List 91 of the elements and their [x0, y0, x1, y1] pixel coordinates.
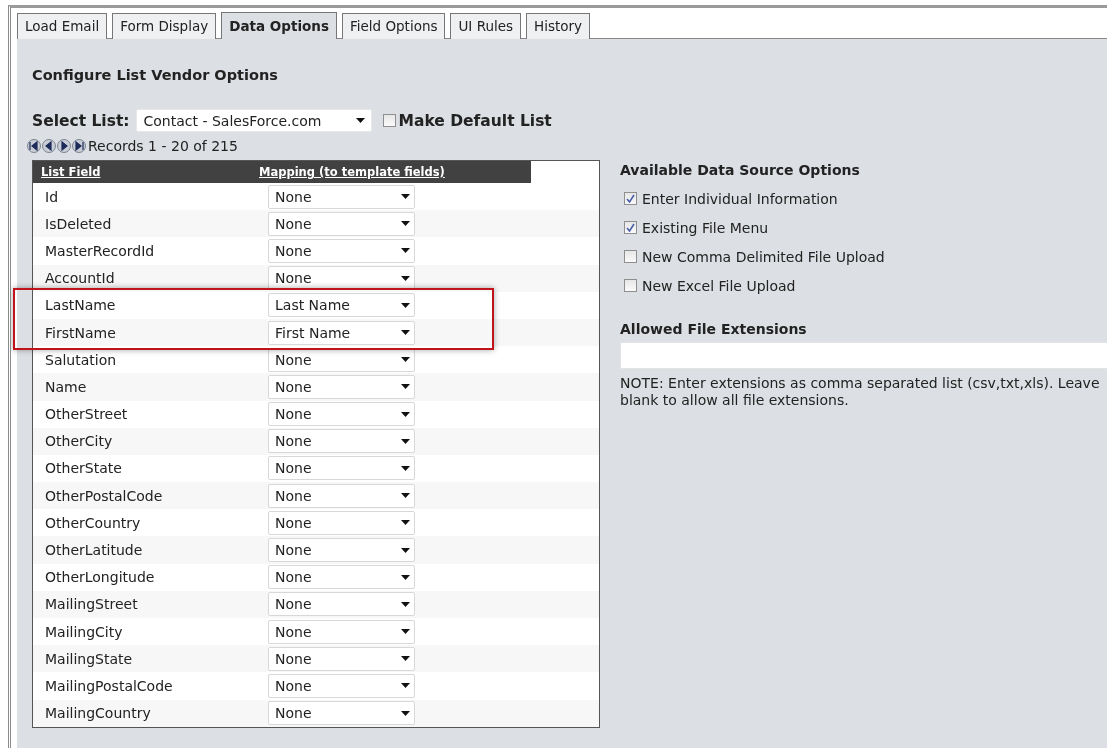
caret-icon: [401, 520, 410, 526]
mapping-dropdown[interactable]: First Name: [268, 320, 415, 345]
mapping-dropdown[interactable]: None: [268, 592, 415, 617]
table-cell-text: OtherCountry: [44, 514, 142, 531]
note-text: NOTE: Enter extensions as comma separated list (csv,txt,xls). Leave blank to allow all file extensions.: [620, 375, 1100, 409]
mapping-dropdown[interactable]: None: [268, 402, 415, 427]
tab[interactable]: Form Display: [112, 13, 217, 39]
table-cell-text: OtherState: [44, 460, 123, 477]
table-cell-text: MailingPostalCode: [44, 677, 174, 694]
checkbox[interactable]: [624, 279, 637, 292]
list-dropdown[interactable]: Contact - SalesForce.com: [135, 109, 372, 132]
caret-icon: [401, 248, 410, 254]
mapping-dropdown[interactable]: None: [268, 266, 415, 291]
caret-icon: [401, 656, 410, 662]
caret-icon: [401, 465, 410, 471]
caret-icon: [401, 302, 410, 308]
section-heading: Allowed File Extensions: [620, 321, 808, 337]
previous-page-icon[interactable]: [42, 139, 56, 153]
mapping-dropdown[interactable]: None: [268, 184, 415, 209]
table-cell-text: MailingState: [44, 650, 134, 667]
checkbox[interactable]: [382, 114, 396, 127]
next-page-icon[interactable]: [57, 139, 71, 153]
caret-icon: [401, 194, 410, 200]
checkbox-label: Existing File Menu: [642, 219, 769, 236]
caret-icon: [401, 574, 410, 580]
checkbox-label: New Comma Delimited File Upload: [642, 248, 885, 265]
table-cell-text: Name: [44, 378, 88, 395]
tab[interactable]: Data Options: [221, 12, 337, 39]
mapping-dropdown[interactable]: None: [268, 456, 415, 481]
checkbox[interactable]: [624, 192, 637, 205]
caret-icon: [401, 275, 410, 281]
caret-icon: [401, 493, 410, 499]
mapping-dropdown[interactable]: None: [268, 673, 415, 698]
table-cell-text: OtherLongitude: [44, 569, 156, 586]
caret-icon: [401, 221, 410, 227]
table-cell-text: OtherCity: [44, 433, 114, 450]
mapping-dropdown[interactable]: None: [268, 701, 415, 726]
caret-icon: [355, 118, 365, 123]
tab[interactable]: Field Options: [341, 13, 446, 39]
table-cell-text: Id: [44, 188, 59, 205]
column-header-link[interactable]: Mapping (to template fields): [259, 165, 445, 179]
mapping-dropdown[interactable]: None: [268, 538, 415, 563]
record-count: Records 1 - 20 of 215: [88, 138, 238, 154]
table-cell-text: MasterRecordId: [44, 242, 156, 259]
table-cell-text: Salutation: [44, 351, 118, 368]
mapping-dropdown[interactable]: Last Name: [268, 293, 415, 318]
mapping-dropdown[interactable]: None: [268, 483, 415, 508]
mapping-dropdown[interactable]: None: [268, 211, 415, 236]
mapping-dropdown[interactable]: None: [268, 347, 415, 372]
checkbox-label: Make Default List: [398, 111, 552, 130]
mapping-dropdown[interactable]: None: [268, 238, 415, 263]
extensions-field[interactable]: [620, 342, 1107, 369]
checkbox[interactable]: [624, 250, 637, 263]
caret-icon: [401, 411, 410, 417]
caret-icon: [401, 384, 410, 390]
checkbox-label: New Excel File Upload: [642, 277, 796, 294]
caret-icon: [401, 357, 410, 363]
checkbox[interactable]: [624, 221, 637, 234]
table-cell-text: FirstName: [44, 324, 117, 341]
table-cell-text: IsDeleted: [44, 215, 113, 232]
mapping-dropdown[interactable]: None: [268, 429, 415, 454]
last-page-icon[interactable]: [72, 139, 86, 153]
mapping-dropdown[interactable]: None: [268, 565, 415, 590]
caret-icon: [401, 683, 410, 689]
table-cell-text: MailingStreet: [44, 596, 139, 613]
caret-icon: [401, 601, 410, 607]
table-cell-text: AccountId: [44, 270, 116, 287]
caret-icon: [401, 438, 410, 444]
table-cell-text: OtherPostalCode: [44, 487, 164, 504]
tab[interactable]: Load Email: [17, 13, 108, 39]
section-heading: Available Data Source Options: [620, 162, 861, 178]
tab[interactable]: UI Rules: [450, 13, 522, 39]
section-heading: Configure List Vendor Options: [32, 67, 279, 83]
mapping-dropdown[interactable]: None: [268, 619, 415, 644]
caret-icon: [401, 629, 410, 635]
caret-icon: [401, 330, 410, 336]
checkbox-label: Enter Individual Information: [642, 190, 838, 207]
mapping-dropdown[interactable]: None: [268, 646, 415, 671]
mapping-dropdown[interactable]: None: [268, 374, 415, 399]
table-cell-text: OtherStreet: [44, 406, 129, 423]
first-page-icon[interactable]: [27, 139, 41, 153]
field-label: Select List:: [32, 111, 130, 130]
table-cell-text: OtherLatitude: [44, 542, 144, 559]
tab[interactable]: History: [526, 13, 591, 39]
caret-icon: [401, 710, 410, 716]
table-cell-text: MailingCity: [44, 623, 124, 640]
caret-icon: [401, 547, 410, 553]
column-header-link[interactable]: List Field: [41, 165, 259, 179]
mapping-dropdown[interactable]: None: [268, 510, 415, 535]
table-cell-text: LastName: [44, 297, 117, 314]
table-cell-text: MailingCountry: [44, 705, 152, 722]
